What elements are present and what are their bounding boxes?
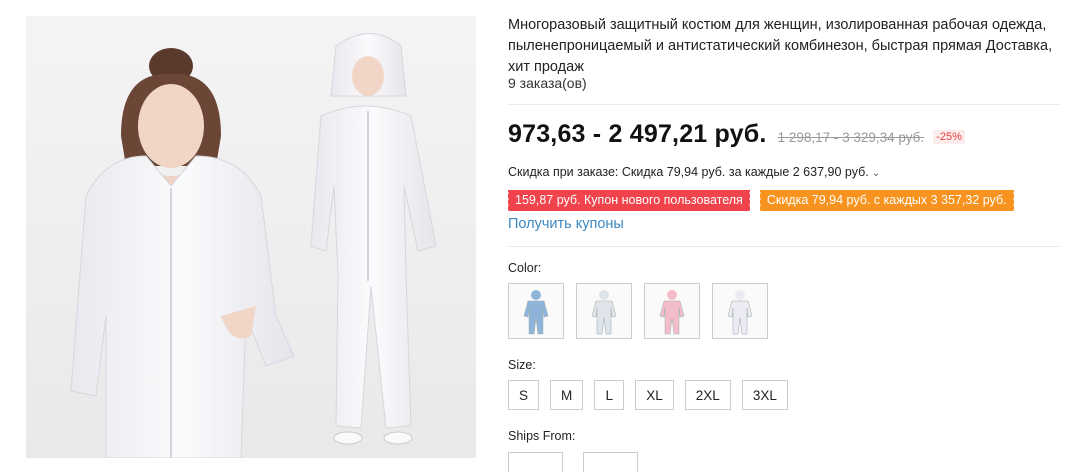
size-option-xl[interactable]: XL: [635, 380, 674, 410]
divider: [508, 104, 1060, 105]
color-swatch-3[interactable]: [644, 283, 700, 339]
divider: [508, 246, 1060, 247]
size-label: Size:: [508, 358, 536, 372]
ships-from-options: [508, 452, 638, 472]
order-discount-dropdown[interactable]: Скидка при заказе: Скидка 79,94 руб. за …: [508, 165, 880, 179]
coupon-list: 159,87 руб. Купон нового пользователя Ск…: [507, 190, 1014, 211]
ships-from-option[interactable]: [508, 452, 563, 472]
size-option-2xl[interactable]: 2XL: [684, 380, 731, 410]
suit-pink-thumbnail: [659, 290, 685, 335]
product-title: Многоразовый защитный костюм для женщин,…: [508, 17, 1053, 75]
color-swatch-4[interactable]: [712, 283, 768, 339]
original-price: 1 298,17 - 3 329,34 руб.: [777, 130, 925, 145]
suit-white-thumbnail: [591, 290, 617, 335]
suit-white-woman-thumbnail: [727, 290, 753, 335]
size-option-3xl[interactable]: 3XL: [741, 380, 788, 410]
color-swatch-1[interactable]: [508, 283, 564, 339]
size-option-s[interactable]: S: [508, 380, 540, 410]
product-main-image[interactable]: [26, 16, 476, 458]
size-options: S M L XL 2XL 3XL: [508, 380, 788, 410]
product-photo-illustration: [26, 16, 476, 458]
ships-from-option[interactable]: [583, 452, 638, 472]
current-price: 973,63 - 2 497,21 руб.: [508, 120, 767, 148]
price-row: 973,63 - 2 497,21 руб. 1 298,17 - 3 329,…: [508, 120, 965, 149]
size-option-l[interactable]: L: [594, 380, 625, 410]
get-coupons-link[interactable]: Получить купоны: [508, 216, 624, 232]
size-option-m[interactable]: M: [550, 380, 584, 410]
color-swatches: [508, 283, 768, 339]
color-swatch-2[interactable]: [576, 283, 632, 339]
chevron-down-icon: ⌄: [871, 168, 881, 179]
suit-blue-thumbnail: [523, 290, 549, 335]
order-count: 9 заказа(ов): [508, 75, 587, 91]
discount-badge: -25%: [933, 130, 965, 144]
order-discount-text: Скидка при заказе: Скидка 79,94 руб. за …: [508, 165, 869, 179]
new-user-coupon[interactable]: 159,87 руб. Купон нового пользователя: [507, 190, 750, 211]
ships-from-label: Ships From:: [508, 429, 576, 443]
store-discount-coupon[interactable]: Скидка 79,94 руб. с каждых 3 357,32 руб.: [758, 190, 1014, 211]
color-label: Color:: [508, 261, 542, 275]
